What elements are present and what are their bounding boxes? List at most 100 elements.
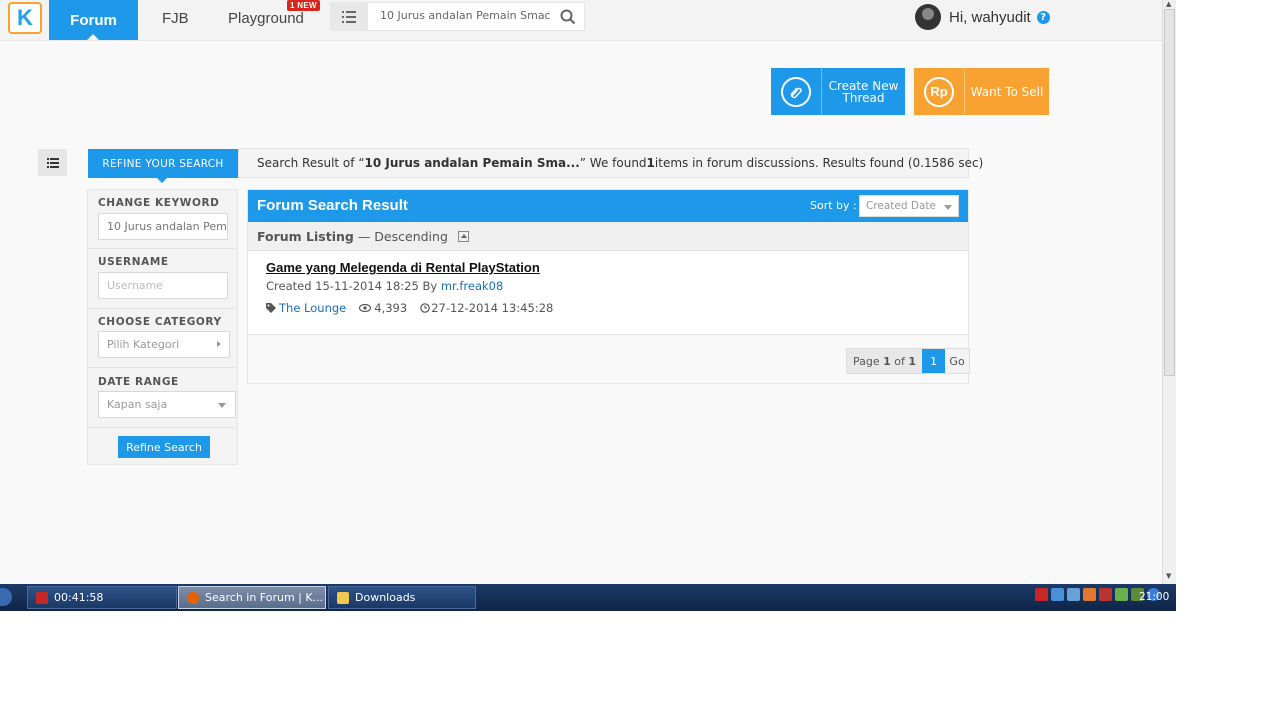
create-thread-button[interactable]: Create New Thread (771, 68, 905, 115)
nav-fjb-label: FJB (162, 9, 189, 27)
timer-app-icon (36, 591, 48, 604)
network-icon[interactable] (1051, 588, 1064, 601)
want-to-sell-label: Want To Sell (970, 84, 1044, 99)
timer-label: 00:41:58 (54, 591, 104, 604)
vertical-scrollbar[interactable]: ▲ ▼ (1162, 0, 1176, 584)
new-badge: 1 NEW (287, 0, 320, 11)
create-thread-label: Create New Thread (828, 78, 899, 105)
summary-count: 1 (646, 156, 655, 170)
page-1-button[interactable]: 1 (922, 349, 946, 373)
keyword-section: CHANGE KEYWORD 10 Jurus andalan Pem (88, 190, 237, 249)
go-button[interactable]: Go (945, 349, 970, 373)
nav-forum-label: Forum (70, 11, 117, 29)
user-menu[interactable]: Hi, wahyudit ? (915, 4, 1050, 30)
username-section: USERNAME Username (88, 248, 237, 309)
tray-app-icon[interactable] (1099, 588, 1112, 601)
avatar[interactable] (915, 4, 941, 30)
taskbar-firefox-task[interactable]: Search in Forum | K... (178, 586, 326, 609)
list-icon (46, 157, 59, 168)
search-input[interactable] (378, 8, 552, 23)
refine-tab-label: REFINE YOUR SEARCH (102, 157, 224, 170)
page-current: 1 (883, 354, 891, 368)
scroll-up-icon[interactable]: ▲ (1166, 0, 1171, 8)
taskbar-clock: 21:00 (1139, 591, 1170, 603)
top-navbar: K Forum FJB Playground 1 NEW Hi, wahyudi… (0, 0, 1162, 41)
keyword-input[interactable]: 10 Jurus andalan Pem (98, 213, 228, 240)
chevron-down-icon (944, 205, 952, 210)
search-box (367, 2, 585, 31)
search-results-panel: Forum Search Result Sort by : Created Da… (247, 189, 971, 384)
category-list-button[interactable] (330, 2, 367, 31)
listing-order: — Descending (353, 228, 448, 244)
refine-sidebar: CHANGE KEYWORD 10 Jurus andalan Pem USER… (87, 189, 238, 465)
results-title: Forum Search Result (257, 197, 408, 214)
pencil-icon (781, 76, 811, 107)
search-summary: Search Result of “10 Jurus andalan Pemai… (238, 148, 983, 178)
sort-label: Sort by : (810, 199, 857, 212)
site-logo[interactable]: K (8, 2, 42, 34)
firefox-icon (187, 591, 199, 604)
os-taskbar: 00:41:58 Search in Forum | K... Download… (0, 584, 1176, 611)
page-total: 1 (908, 354, 917, 368)
thread-stats: The Lounge 4,393 27-12-2014 13:45:28 (266, 301, 553, 315)
tag-icon (266, 303, 276, 313)
thread-created: Created 15-11-2014 18:25 By (266, 279, 441, 293)
search-icon[interactable] (560, 9, 576, 25)
eye-icon (359, 304, 372, 312)
refine-search-button[interactable]: Refine Search (118, 436, 210, 458)
sidebar-toggle-button[interactable] (38, 149, 67, 176)
tray-app-icon[interactable] (1035, 588, 1048, 601)
table-row: Game yang Melegenda di Rental PlayStatio… (248, 252, 968, 335)
folder-icon (337, 591, 349, 604)
nav-fjb[interactable]: FJB (162, 0, 189, 36)
firefox-task-label: Search in Forum | K... (205, 591, 324, 604)
collapse-icon[interactable] (457, 230, 469, 242)
scroll-thumb[interactable] (1164, 9, 1175, 376)
thread-title-link[interactable]: Game yang Melegenda di Rental PlayStatio… (266, 260, 540, 275)
volume-icon[interactable] (1083, 588, 1096, 601)
sort-select[interactable]: Created Date (859, 195, 959, 217)
help-icon[interactable]: ? (1036, 10, 1050, 24)
date-range-select[interactable]: Kapan saja (98, 391, 236, 418)
nav-forum[interactable]: Forum (49, 0, 138, 40)
thread-author-link[interactable]: mr.freak08 (441, 279, 503, 293)
summary-prefix: Search Result of “ (257, 156, 365, 170)
listing-label: Forum Listing (257, 228, 354, 244)
tray-app-icon[interactable] (1067, 588, 1080, 601)
want-to-sell-button[interactable]: Rp Want To Sell (914, 68, 1049, 115)
category-select[interactable]: Pilih Kategori (98, 331, 230, 358)
browser-viewport: K Forum FJB Playground 1 NEW Hi, wahyudi… (0, 0, 1162, 584)
sort-value: Created Date (866, 200, 936, 212)
page-info-prefix: Page (853, 354, 884, 368)
thread-views: 4,393 (374, 301, 408, 315)
date-range-value: Kapan saja (107, 398, 168, 411)
sell-icon-wrap: Rp (914, 68, 965, 115)
date-range-label: DATE RANGE (98, 376, 179, 388)
create-thread-icon-wrap (771, 68, 822, 115)
username-label: USERNAME (98, 256, 169, 268)
pagination: Page 1 of 1 1 Go (846, 348, 971, 374)
thread-meta: Created 15-11-2014 18:25 By mr.freak08 (266, 279, 503, 293)
list-icon (341, 10, 356, 23)
logo-letter: K (17, 5, 33, 30)
user-greeting[interactable]: Hi, wahyudit (949, 9, 1031, 26)
summary-middle: ” We found (579, 156, 647, 170)
chevron-right-icon (217, 341, 221, 347)
taskbar-downloads-task[interactable]: Downloads (328, 586, 476, 609)
listing-bar: Forum Listing — Descending (248, 222, 968, 251)
category-value: Pilih Kategori (107, 338, 180, 351)
page-info: Page 1 of 1 (847, 349, 923, 373)
downloads-task-label: Downloads (355, 591, 416, 604)
page-info-middle: of (890, 354, 909, 368)
category-section: CHOOSE CATEGORY Pilih Kategori (88, 308, 237, 368)
clock-icon (420, 303, 430, 313)
category-label: CHOOSE CATEGORY (98, 316, 222, 328)
scroll-down-icon[interactable]: ▼ (1166, 572, 1171, 580)
nvidia-icon[interactable] (1115, 588, 1128, 601)
summary-suffix: items in forum discussions. Results foun… (654, 156, 984, 170)
summary-keyword: 10 Jurus andalan Pemain Sma... (364, 156, 580, 170)
thread-category-link[interactable]: The Lounge (279, 301, 346, 315)
username-input[interactable]: Username (98, 272, 228, 299)
refine-search-tab[interactable]: REFINE YOUR SEARCH (88, 149, 238, 183)
taskbar-timer-task[interactable]: 00:41:58 (27, 586, 177, 609)
